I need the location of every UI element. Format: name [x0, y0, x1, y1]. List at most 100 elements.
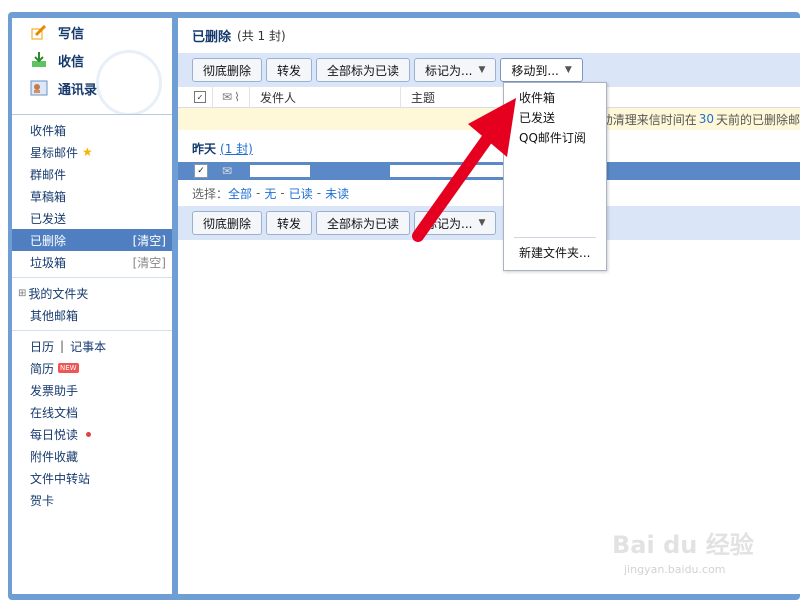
sidebar-item-daily-reading[interactable]: 每日悦读 [12, 423, 172, 445]
notice-days: 30 [698, 112, 714, 126]
separator: - [280, 186, 285, 200]
annotation-arrow [412, 98, 516, 242]
invoice-label: 发票助手 [30, 383, 79, 398]
sent-label: 已发送 [30, 211, 67, 226]
sidebar-top-actions: 写信 收信 通讯录 [12, 18, 172, 115]
forward-button[interactable]: 转发 [266, 211, 313, 235]
compose-button[interactable]: 写信 [12, 18, 172, 46]
sidebar-item-drafts[interactable]: 草稿箱 [12, 185, 172, 207]
sidebar-item-resume[interactable]: 简历 NEW [12, 357, 172, 379]
chevron-down-icon: ▼ [564, 65, 572, 75]
docs-label: 在线文档 [30, 405, 79, 420]
clear-deleted-link[interactable]: [清空] [133, 232, 166, 249]
compose-icon [30, 23, 48, 41]
notebook-link[interactable]: 记事本 [70, 338, 106, 355]
sidebar: 写信 收信 通讯录 收件箱 星标邮件 ★ 群邮件 草稿箱 已发送 已删除 [清空… [12, 18, 172, 594]
separator: - [256, 186, 261, 200]
attachments-label: 附件收藏 [30, 449, 79, 464]
sidebar-item-sent[interactable]: 已发送 [12, 207, 172, 229]
mark-as-dropdown[interactable]: 标记为... ▼ [414, 58, 497, 82]
mark-all-read-button[interactable]: 全部标为已读 [316, 211, 411, 235]
group-mail-label: 群邮件 [30, 167, 67, 182]
receive-icon [30, 51, 48, 69]
mark-all-label: 全部标为已读 [327, 63, 400, 78]
greeting-card-label: 贺卡 [30, 493, 55, 508]
row-checkbox[interactable]: ✓ [194, 164, 208, 178]
contacts-label: 通讯录 [58, 82, 98, 98]
date-group-label: 昨天 [192, 141, 217, 156]
delete-label: 彻底删除 [203, 63, 252, 78]
spam-label: 垃圾箱 [30, 255, 67, 270]
sidebar-item-docs[interactable]: 在线文档 [12, 401, 172, 423]
unread-dot [86, 431, 92, 437]
sidebar-item-calendar[interactable]: 日历 | 记事本 [12, 335, 172, 357]
mark-as-label: 标记为... [425, 63, 473, 78]
calendar-label: 日历 [30, 339, 55, 354]
contacts-icon [30, 79, 48, 97]
other-mailbox-label: 其他邮箱 [30, 308, 79, 323]
daily-reading-label: 每日悦读 [30, 427, 79, 442]
new-badge: NEW [58, 363, 79, 373]
separator: - [316, 186, 322, 200]
checkbox-icon: ✓ [194, 91, 206, 103]
qq-logo-watermark [96, 50, 162, 114]
sidebar-item-other-mailbox[interactable]: 其他邮箱 [12, 304, 172, 326]
sidebar-item-inbox[interactable]: 收件箱 [12, 119, 172, 141]
sidebar-item-group-mail[interactable]: 群邮件 [12, 163, 172, 185]
date-group-count[interactable]: (1 封) [220, 140, 253, 157]
select-unread-link[interactable]: 未读 [325, 185, 349, 202]
baidu-watermark: Bai du 经验 [612, 531, 754, 559]
delete-label: 彻底删除 [203, 216, 252, 231]
sender-header-label: 发件人 [260, 90, 297, 105]
resume-label: 简历 [30, 361, 55, 376]
starred-label: 星标邮件 [30, 145, 79, 160]
sender-column-header[interactable]: 发件人 [249, 87, 400, 107]
receive-label: 收信 [58, 54, 85, 70]
select-label: 选择： [192, 186, 229, 201]
top-toolbar: 彻底删除 转发 全部标为已读 标记为... ▼ 移动到... ▼ [178, 53, 800, 87]
forward-label: 转发 [277, 63, 302, 78]
sidebar-item-file-transfer[interactable]: 文件中转站 [12, 467, 172, 489]
apps-list: 日历 | 记事本 简历 NEW 发票助手 在线文档 每日悦读 附件收藏 文件中转… [12, 331, 172, 515]
page-title: 已删除 [192, 30, 232, 45]
select-all-link[interactable]: 全部 [228, 185, 252, 202]
sidebar-item-deleted[interactable]: 已删除 [清空] [12, 229, 172, 251]
mail-count: (共 1 封) [237, 29, 286, 43]
deleted-label: 已删除 [30, 233, 67, 248]
notice-suffix: 天前的已删除邮 [715, 112, 800, 127]
my-folders-label: 我的文件夹 [28, 286, 89, 301]
status-icons-column: ✉ ⌇ [212, 87, 249, 107]
sender-cell [250, 165, 311, 177]
file-transfer-label: 文件中转站 [30, 471, 91, 486]
delete-permanently-button[interactable]: 彻底删除 [192, 211, 263, 235]
star-icon: ★ [82, 145, 93, 159]
chevron-down-icon: ▼ [478, 65, 486, 75]
mark-all-read-button[interactable]: 全部标为已读 [316, 58, 411, 82]
select-none-link[interactable]: 无 [264, 185, 276, 202]
sidebar-item-attachments[interactable]: 附件收藏 [12, 445, 172, 467]
expand-icon[interactable]: ⊞ [18, 288, 26, 299]
folder-list: 收件箱 星标邮件 ★ 群邮件 草稿箱 已发送 已删除 [清空] 垃圾箱 [清空] [12, 115, 172, 278]
mark-all-label: 全部标为已读 [327, 216, 400, 231]
inbox-label: 收件箱 [30, 123, 67, 138]
compose-label: 写信 [58, 26, 85, 42]
envelope-icon: ✉ [222, 90, 233, 104]
sidebar-item-greeting-card[interactable]: 贺卡 [12, 489, 172, 511]
sidebar-item-my-folders[interactable]: ⊞ 我的文件夹 [12, 282, 172, 304]
sidebar-item-starred[interactable]: 星标邮件 ★ [12, 141, 172, 163]
delete-permanently-button[interactable]: 彻底删除 [192, 58, 263, 82]
drafts-label: 草稿箱 [30, 189, 67, 204]
forward-button[interactable]: 转发 [266, 58, 313, 82]
sidebar-item-spam[interactable]: 垃圾箱 [清空] [12, 251, 172, 273]
select-read-link[interactable]: 已读 [289, 185, 313, 202]
page-header: 已删除 (共 1 封) [178, 18, 800, 53]
move-to-dropdown[interactable]: 移动到... ▼ [500, 58, 583, 82]
custom-folder-list: ⊞ 我的文件夹 其他邮箱 [12, 278, 172, 331]
move-to-label: 移动到... [511, 63, 559, 78]
clear-spam-link[interactable]: [清空] [133, 254, 166, 271]
select-all-checkbox[interactable]: ✓ [178, 87, 212, 107]
separator: | [60, 339, 65, 353]
forward-label: 转发 [277, 216, 302, 231]
notice-prefix: 动清理来信时间在 [600, 112, 697, 127]
sidebar-item-invoice[interactable]: 发票助手 [12, 379, 172, 401]
